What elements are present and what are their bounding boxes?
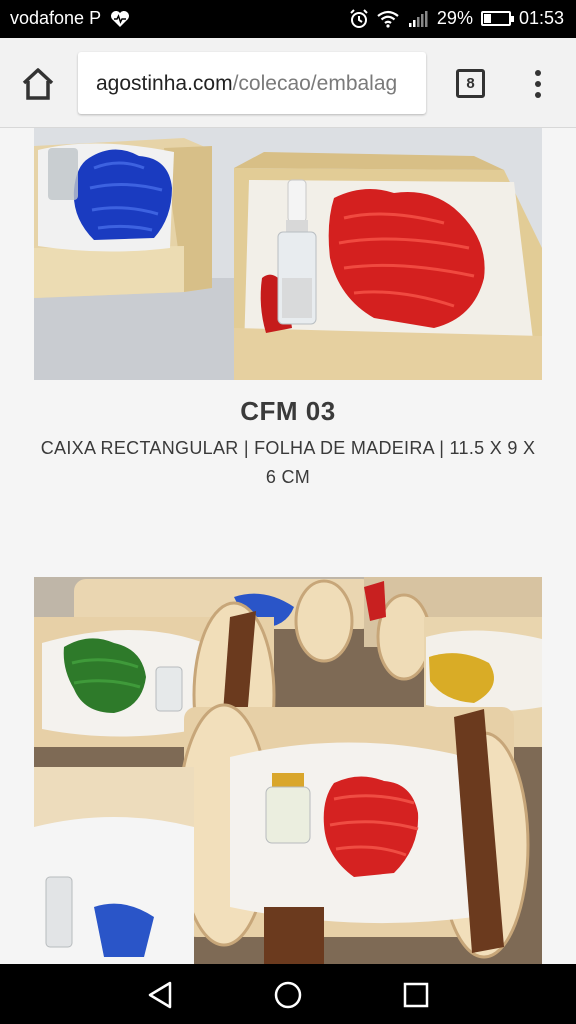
product-description: CAIXA RECTANGULAR | FOLHA DE MADEIRA | 1…: [40, 438, 536, 487]
battery-percent: 29%: [436, 8, 473, 28]
home-icon[interactable]: [20, 66, 56, 102]
signal-icon: [408, 10, 428, 27]
home-nav-icon[interactable]: [273, 980, 303, 1010]
url-bar[interactable]: agostinha.com/colecao/embalag: [78, 52, 426, 114]
carrier-name: vodafone P: [10, 8, 102, 28]
browser-toolbar: agostinha.com/colecao/embalag 8: [0, 38, 576, 128]
url-host: agostinha.com: [96, 72, 233, 95]
heart-icon: [111, 11, 129, 27]
wifi-icon: [377, 10, 399, 28]
back-icon[interactable]: [146, 980, 176, 1010]
page-content: CFM 03 CAIXA RECTANGULAR | FOLHA DE MADE…: [0, 128, 576, 964]
product-title: CFM 03: [240, 396, 336, 426]
clock: 01:53: [518, 8, 564, 28]
product-photo-cfm03[interactable]: [34, 128, 542, 380]
tab-switcher-button[interactable]: 8: [456, 69, 485, 98]
system-nav-bar: [0, 964, 576, 1024]
status-bar: vodafone P 29% 01:53: [0, 0, 576, 38]
product-photo-rolls[interactable]: [34, 577, 542, 964]
alarm-icon: [350, 8, 368, 28]
overflow-menu-icon[interactable]: [530, 68, 546, 100]
url-path: /colecao/embalag: [232, 72, 398, 95]
recents-icon[interactable]: [401, 980, 431, 1010]
battery-icon: [480, 11, 514, 26]
